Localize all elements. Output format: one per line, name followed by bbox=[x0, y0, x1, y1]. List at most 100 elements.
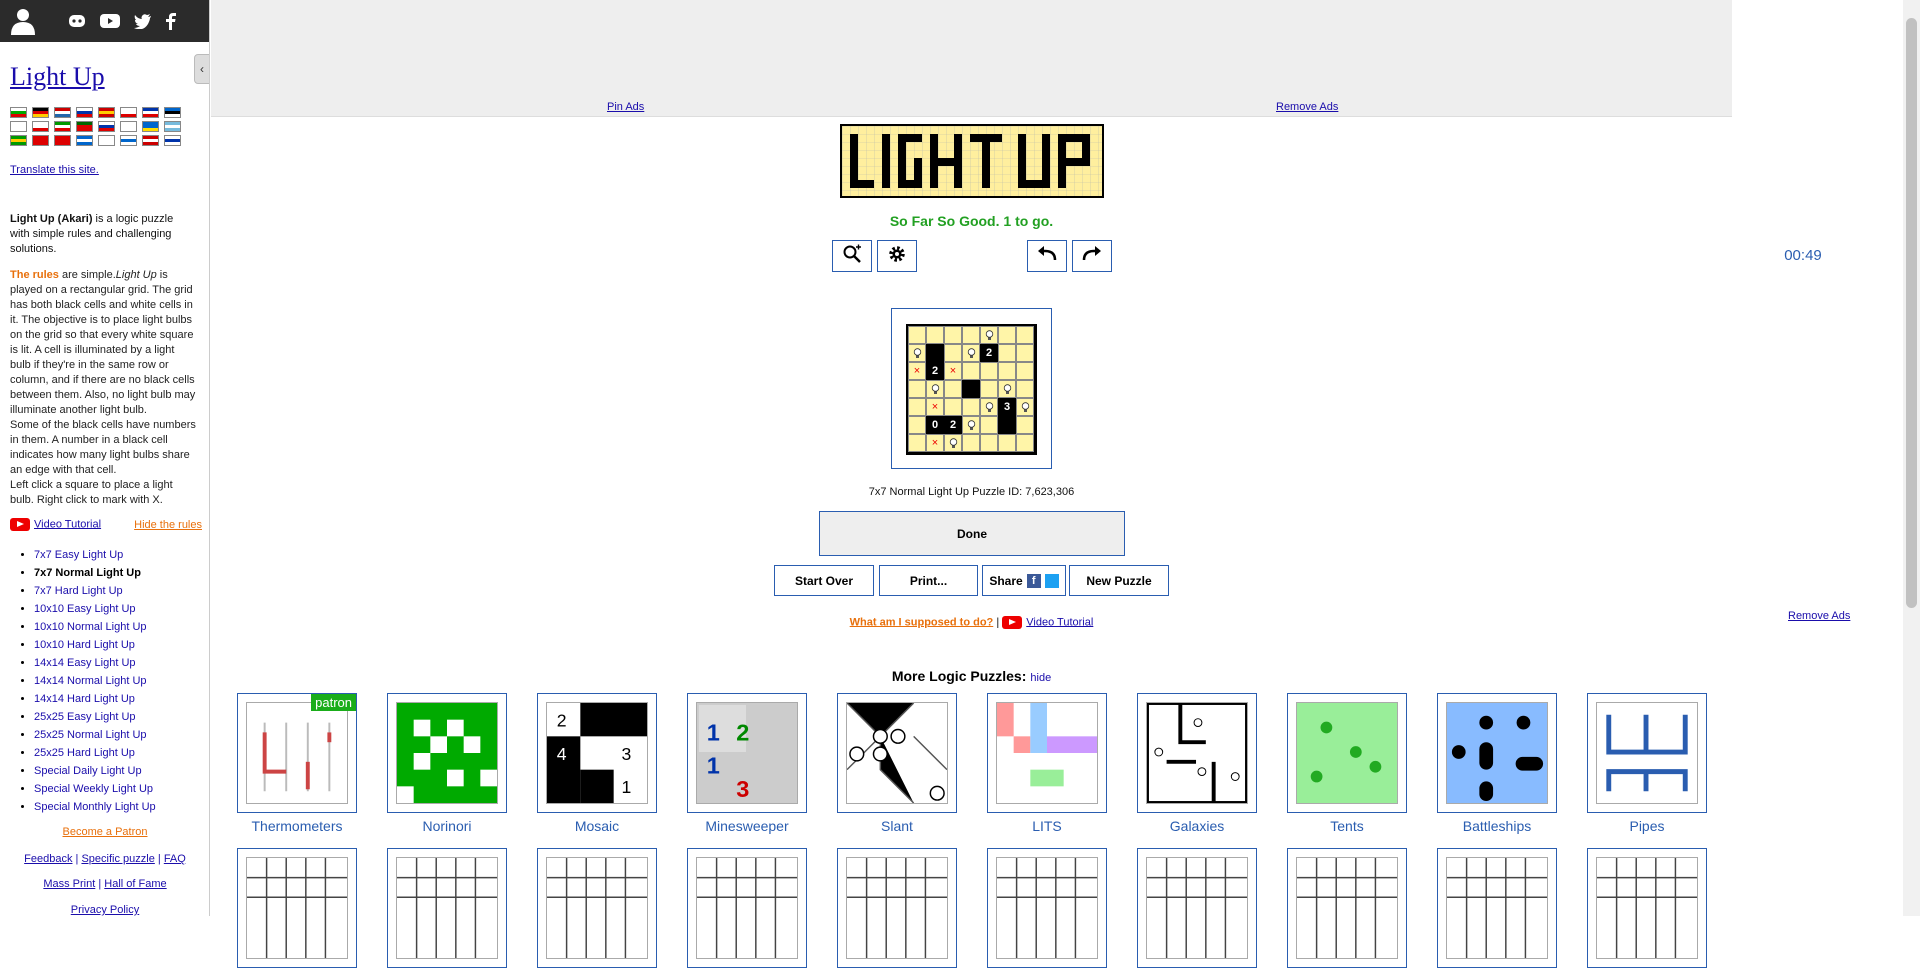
board-cell[interactable] bbox=[962, 362, 980, 380]
black-cell[interactable] bbox=[998, 416, 1016, 434]
puzzle-tile-preview[interactable] bbox=[237, 848, 357, 968]
puzzle-tile-slant[interactable] bbox=[837, 693, 957, 813]
facebook-icon[interactable]: f bbox=[1026, 573, 1041, 588]
video-tutorial-link[interactable]: Video Tutorial bbox=[1026, 616, 1093, 628]
variant-link[interactable]: 14x14 Normal Light Up bbox=[34, 675, 147, 687]
board-cell[interactable] bbox=[944, 344, 962, 362]
board-cell[interactable] bbox=[998, 326, 1016, 344]
puzzle-tile-preview[interactable] bbox=[687, 848, 807, 968]
puzzle-tile-battleships[interactable] bbox=[1437, 693, 1557, 813]
flag-icon-ar[interactable] bbox=[164, 121, 181, 132]
board-cell[interactable] bbox=[998, 344, 1016, 362]
variant-link[interactable]: 10x10 Easy Light Up bbox=[34, 603, 136, 615]
bulb-icon[interactable] bbox=[1016, 398, 1034, 416]
flag-icon-ua[interactable] bbox=[142, 121, 159, 132]
hide-more-link[interactable]: hide bbox=[1030, 672, 1051, 684]
board-cell[interactable] bbox=[908, 434, 926, 452]
start-over-button[interactable]: Start Over bbox=[774, 565, 874, 596]
what-to-do-link[interactable]: What am I supposed to do? bbox=[850, 616, 994, 628]
site-title[interactable]: Light Up bbox=[10, 62, 105, 92]
discord-icon[interactable] bbox=[68, 14, 86, 28]
specific-puzzle-link[interactable]: Specific puzzle bbox=[81, 853, 154, 865]
variant-link[interactable]: 25x25 Hard Light Up bbox=[34, 747, 135, 759]
pin-ads-link[interactable]: Pin Ads bbox=[607, 101, 644, 113]
board-cell[interactable] bbox=[1016, 344, 1034, 362]
puzzle-tile-thermometers[interactable]: patron bbox=[237, 693, 357, 813]
flag-icon-vn[interactable] bbox=[54, 135, 71, 146]
puzzle-tile-label[interactable]: Thermometers bbox=[222, 818, 372, 834]
puzzle-tile-label[interactable]: Pipes bbox=[1572, 818, 1722, 834]
board-cell[interactable] bbox=[1016, 416, 1034, 434]
flag-icon-pl[interactable] bbox=[120, 107, 137, 118]
undo-button[interactable] bbox=[1027, 240, 1067, 272]
board-cell[interactable] bbox=[926, 326, 944, 344]
variant-link[interactable]: Special Daily Light Up bbox=[34, 765, 142, 777]
board-cell[interactable] bbox=[980, 434, 998, 452]
board-cell[interactable] bbox=[980, 380, 998, 398]
board-cell[interactable] bbox=[944, 398, 962, 416]
numbered-black-cell[interactable]: 2 bbox=[926, 362, 944, 380]
puzzle-tile-label[interactable]: Minesweeper bbox=[672, 818, 822, 834]
x-mark-cell[interactable]: × bbox=[908, 362, 926, 380]
black-cell[interactable] bbox=[962, 380, 980, 398]
board-cell[interactable] bbox=[908, 326, 926, 344]
board-cell[interactable] bbox=[980, 362, 998, 380]
flag-icon-jp[interactable] bbox=[10, 121, 27, 132]
bulb-icon[interactable] bbox=[908, 344, 926, 362]
video-tutorial-link[interactable]: Video Tutorial bbox=[10, 518, 101, 531]
board-cell[interactable] bbox=[944, 326, 962, 344]
flag-icon-il[interactable] bbox=[120, 135, 137, 146]
user-icon[interactable] bbox=[10, 7, 36, 35]
board-cell[interactable] bbox=[908, 416, 926, 434]
puzzle-tile-preview[interactable] bbox=[1587, 848, 1707, 968]
black-cell[interactable] bbox=[926, 344, 944, 362]
flag-icon-it[interactable] bbox=[54, 121, 71, 132]
remove-ads-link[interactable]: Remove Ads bbox=[1276, 101, 1338, 113]
hide-rules-link[interactable]: Hide the rules bbox=[134, 519, 202, 531]
variant-link[interactable]: Special Weekly Light Up bbox=[34, 783, 153, 795]
flag-icon-cn[interactable] bbox=[32, 135, 49, 146]
variant-link[interactable]: Special Monthly Light Up bbox=[34, 801, 156, 813]
board-cell[interactable] bbox=[962, 434, 980, 452]
variant-link[interactable]: 7x7 Easy Light Up bbox=[34, 549, 123, 561]
flag-icon-kr2[interactable] bbox=[98, 135, 115, 146]
puzzle-tile-pipes[interactable] bbox=[1587, 693, 1707, 813]
flag-icon-si[interactable] bbox=[98, 121, 115, 132]
settings-button[interactable] bbox=[877, 240, 917, 272]
variant-link[interactable]: 14x14 Easy Light Up bbox=[34, 657, 136, 669]
puzzle-tile-preview[interactable] bbox=[987, 848, 1107, 968]
bulb-icon[interactable] bbox=[980, 326, 998, 344]
flag-icon-cz[interactable] bbox=[32, 121, 49, 132]
board-cell[interactable] bbox=[1016, 362, 1034, 380]
variant-link[interactable]: 10x10 Normal Light Up bbox=[34, 621, 147, 633]
bulb-icon[interactable] bbox=[980, 398, 998, 416]
variant-link[interactable]: 25x25 Normal Light Up bbox=[34, 729, 147, 741]
flag-icon-bg[interactable] bbox=[10, 107, 27, 118]
zoom-button[interactable] bbox=[832, 240, 872, 272]
bulb-icon[interactable] bbox=[944, 434, 962, 452]
puzzle-tile-label[interactable]: Battleships bbox=[1422, 818, 1572, 834]
new-puzzle-button[interactable]: New Puzzle bbox=[1069, 565, 1169, 596]
puzzle-tile-preview[interactable] bbox=[837, 848, 957, 968]
flag-icon-kr[interactable] bbox=[120, 121, 137, 132]
puzzle-tile-label[interactable]: LITS bbox=[972, 818, 1122, 834]
privacy-policy-link[interactable]: Privacy Policy bbox=[71, 904, 139, 916]
board-cell[interactable] bbox=[944, 380, 962, 398]
flag-icon-ee[interactable] bbox=[164, 107, 181, 118]
puzzle-tile-preview[interactable] bbox=[1437, 848, 1557, 968]
game-board[interactable]: 2 × 2 × × 3 0 2 × bbox=[906, 324, 1037, 455]
board-cell[interactable] bbox=[908, 380, 926, 398]
flag-icon-nl[interactable] bbox=[54, 107, 71, 118]
variant-link[interactable]: 7x7 Normal Light Up bbox=[34, 567, 141, 579]
variant-link[interactable]: 10x10 Hard Light Up bbox=[34, 639, 135, 651]
bulb-icon[interactable] bbox=[926, 380, 944, 398]
puzzle-tile-norinori[interactable] bbox=[387, 693, 507, 813]
become-patron-link[interactable]: Become a Patron bbox=[0, 826, 209, 838]
puzzle-tile-mosaic[interactable]: 2 4 3 1 bbox=[537, 693, 657, 813]
flag-icon-es[interactable] bbox=[98, 107, 115, 118]
print-button[interactable]: Print... bbox=[879, 565, 978, 596]
x-mark-cell[interactable]: × bbox=[926, 398, 944, 416]
numbered-black-cell[interactable]: 2 bbox=[944, 416, 962, 434]
x-mark-cell[interactable]: × bbox=[944, 362, 962, 380]
bulb-icon[interactable] bbox=[962, 344, 980, 362]
